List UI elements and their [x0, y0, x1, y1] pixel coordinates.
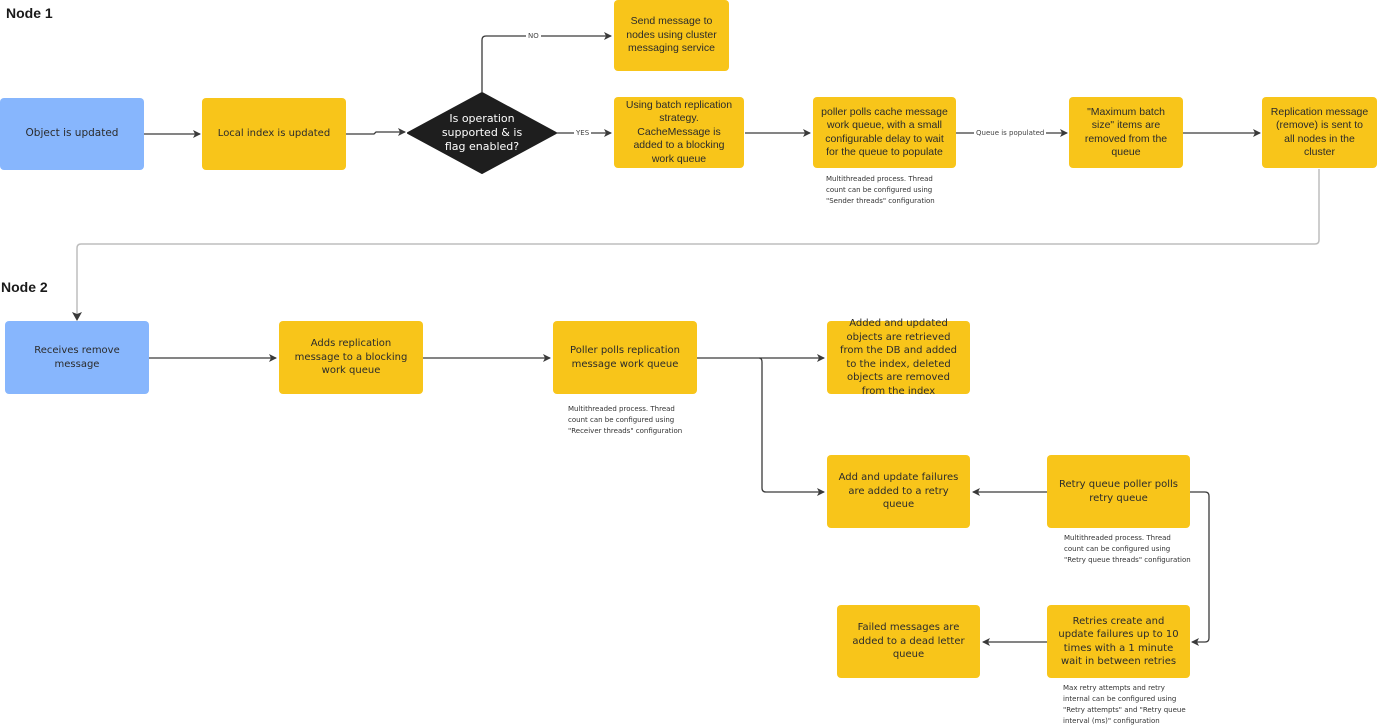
edge-label-yes: YES [574, 129, 592, 138]
edge-label-no: NO [526, 32, 541, 41]
node1-title: Node 1 [6, 5, 53, 21]
note-line: "Retry attempts" and "Retry queue [1063, 706, 1186, 714]
send-cluster-box[interactable]: Send message to nodes using cluster mess… [614, 0, 729, 71]
note-line: count can be configured using [568, 416, 675, 424]
retry-poller-box[interactable]: Retry queue poller polls retry queue [1047, 455, 1190, 528]
edge-label-queue-populated: Queue is populated [974, 129, 1047, 138]
added-updated-box[interactable]: Added and updated objects are retrieved … [827, 318, 970, 397]
batch-strategy-box[interactable]: Using batch replication strategy. CacheM… [614, 97, 744, 168]
receives-remove-box[interactable]: Receives remove message [5, 321, 149, 394]
note-line: Max retry attempts and retry [1063, 684, 1165, 692]
note-line: interval (ms)" configuration [1063, 717, 1160, 725]
replication-sent-box[interactable]: Replication message (remove) is sent to … [1262, 97, 1377, 168]
sender-threads-note: Multithreaded process. Thread count can … [826, 174, 935, 207]
note-line: "Sender threads" configuration [826, 197, 935, 205]
edge-poller-to-failures [758, 357, 825, 496]
failures-retry-box[interactable]: Add and update failures are added to a r… [827, 455, 970, 528]
edge-node1-to-node2 [76, 169, 1320, 318]
adds-replication-box[interactable]: Adds replication message to a blocking w… [279, 321, 423, 394]
retry-threads-note: Multithreaded process. Thread count can … [1064, 533, 1191, 566]
note-line: count can be configured using [826, 186, 933, 194]
receiver-threads-note: Multithreaded process. Thread count can … [568, 404, 682, 437]
local-index-box[interactable]: Local index is updated [202, 98, 346, 170]
note-line: Multithreaded process. Thread [826, 175, 933, 183]
note-line: Multithreaded process. Thread [1064, 534, 1171, 542]
node2-title: Node 2 [1, 279, 48, 295]
edge-decision-no [481, 32, 612, 92]
note-line: "Receiver threads" configuration [568, 427, 683, 435]
object-updated-box[interactable]: Object is updated [0, 98, 144, 170]
max-batch-box[interactable]: "Maximum batch size" items are removed f… [1069, 97, 1183, 168]
decision-label[interactable]: Is operation supported & is flag enabled… [430, 110, 534, 156]
note-line: Multithreaded process. Thread [568, 405, 675, 413]
edge-retrypoller-to-retries [1190, 491, 1210, 646]
retry-attempts-note: Max retry attempts and retry internal ca… [1063, 683, 1186, 727]
note-line: count can be configured using [1064, 545, 1171, 553]
note-line: "Retry queue threads" configuration [1064, 556, 1191, 564]
note-line: internal can be configured using [1063, 695, 1177, 703]
cache-poller-box[interactable]: poller polls cache message work queue, w… [813, 97, 956, 168]
retries-box[interactable]: Retries create and update failures up to… [1047, 605, 1190, 678]
dead-letter-box[interactable]: Failed messages are added to a dead lett… [837, 605, 980, 678]
edge-local-to-decision [345, 128, 406, 136]
replication-poller-box[interactable]: Poller polls replication message work qu… [553, 321, 697, 394]
